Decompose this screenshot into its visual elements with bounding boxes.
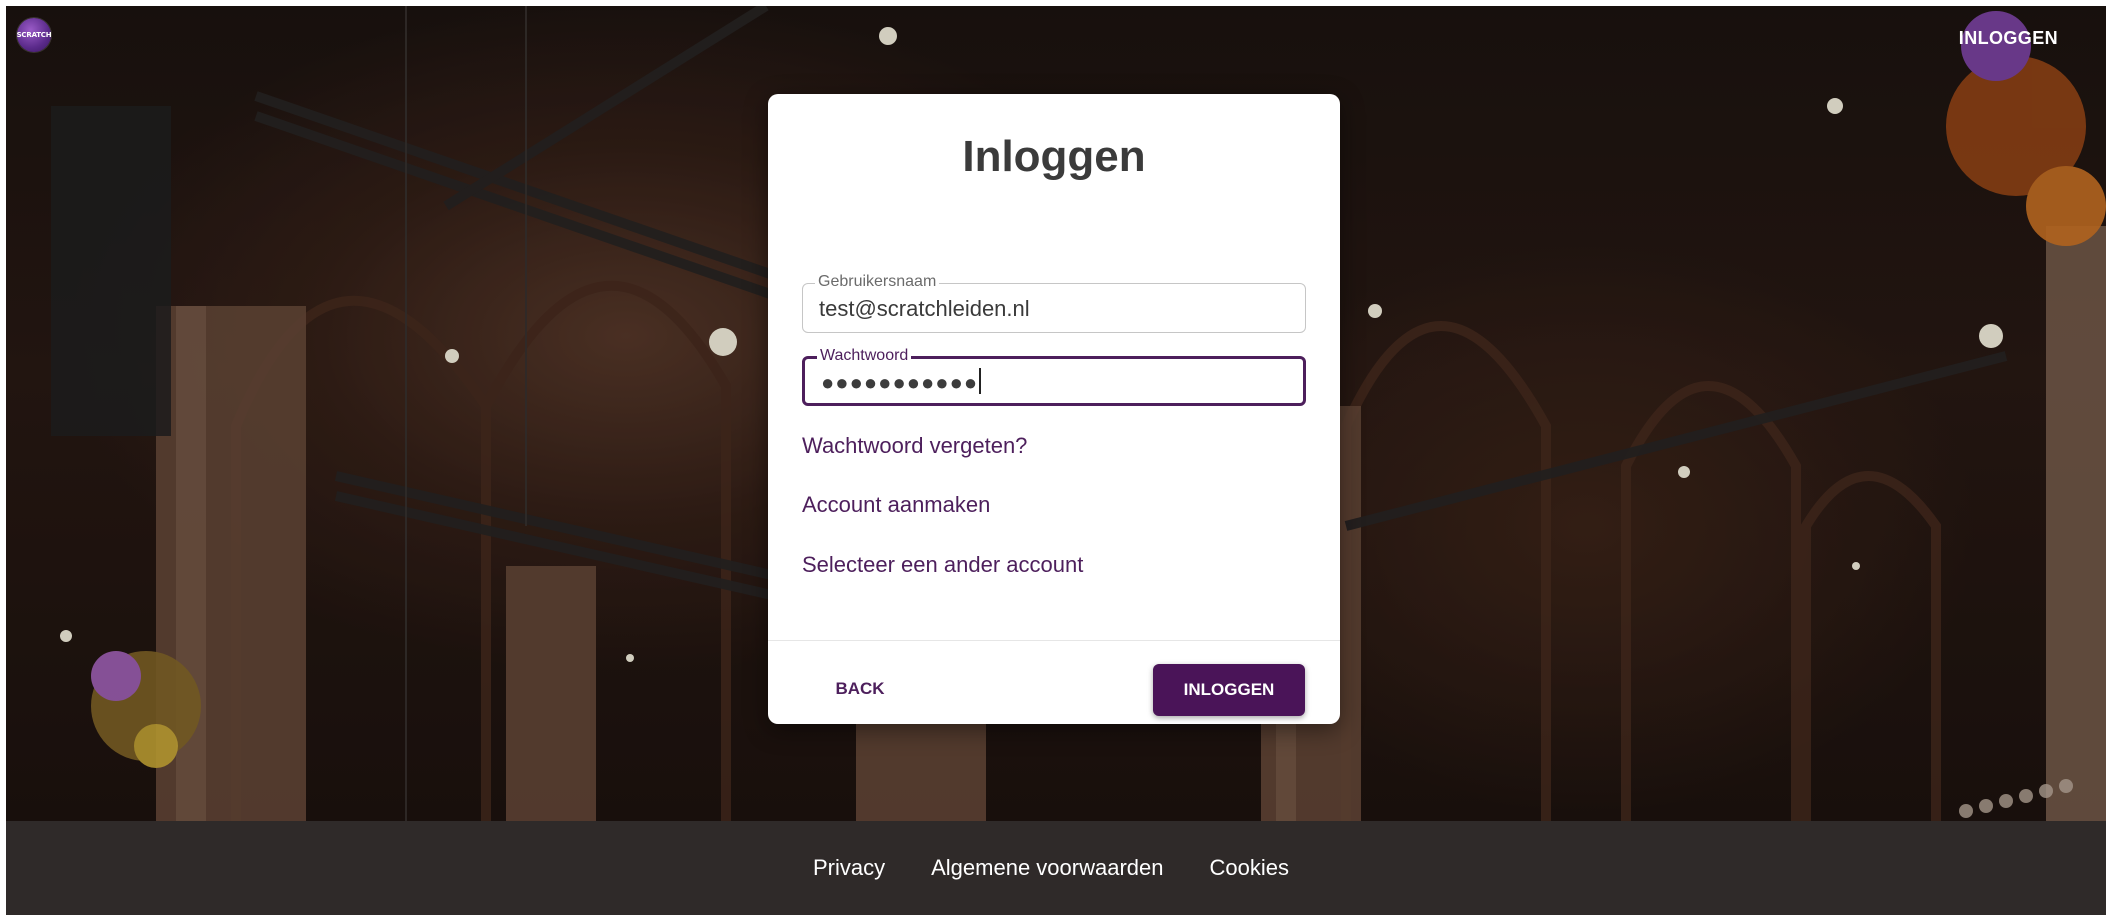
login-submit-button[interactable]: INLOGGEN bbox=[1153, 664, 1305, 716]
back-button[interactable]: BACK bbox=[818, 664, 902, 714]
forgot-password-link[interactable]: Wachtwoord vergeten? bbox=[802, 433, 1027, 459]
scratch-logo-icon[interactable]: SCRATCH bbox=[16, 18, 52, 52]
footer-link-cookies[interactable]: Cookies bbox=[1210, 855, 1289, 881]
username-field[interactable]: Gebruikersnaam test@scratchleiden.nl bbox=[802, 273, 1306, 333]
password-value: ●●●●●●●●●●● bbox=[821, 368, 982, 396]
footer-link-terms[interactable]: Algemene voorwaarden bbox=[931, 855, 1163, 881]
username-label: Gebruikersnaam bbox=[815, 273, 940, 291]
footer: Privacy Algemene voorwaarden Cookies bbox=[6, 821, 2106, 915]
select-other-account-link[interactable]: Selecteer een ander account bbox=[802, 552, 1083, 578]
text-caret bbox=[979, 368, 982, 394]
dialog-divider bbox=[768, 640, 1340, 641]
logo-text: SCRATCH bbox=[16, 31, 52, 39]
login-dialog: Inloggen Gebruikersnaam test@scratchleid… bbox=[768, 94, 1340, 724]
password-label: Wachtwoord bbox=[817, 347, 912, 365]
app-frame: SCRATCH INLOGGEN Inloggen Gebruikersnaam… bbox=[6, 6, 2106, 915]
create-account-link[interactable]: Account aanmaken bbox=[802, 492, 990, 518]
dialog-title: Inloggen bbox=[962, 132, 1146, 181]
username-value: test@scratchleiden.nl bbox=[819, 296, 1030, 321]
header-login-button[interactable]: INLOGGEN bbox=[1959, 28, 2058, 49]
password-dots: ●●●●●●●●●●● bbox=[821, 370, 979, 395]
footer-links: Privacy Algemene voorwaarden Cookies bbox=[6, 855, 2106, 881]
password-field[interactable]: Wachtwoord ●●●●●●●●●●● bbox=[802, 347, 1306, 406]
footer-link-privacy[interactable]: Privacy bbox=[813, 855, 885, 881]
